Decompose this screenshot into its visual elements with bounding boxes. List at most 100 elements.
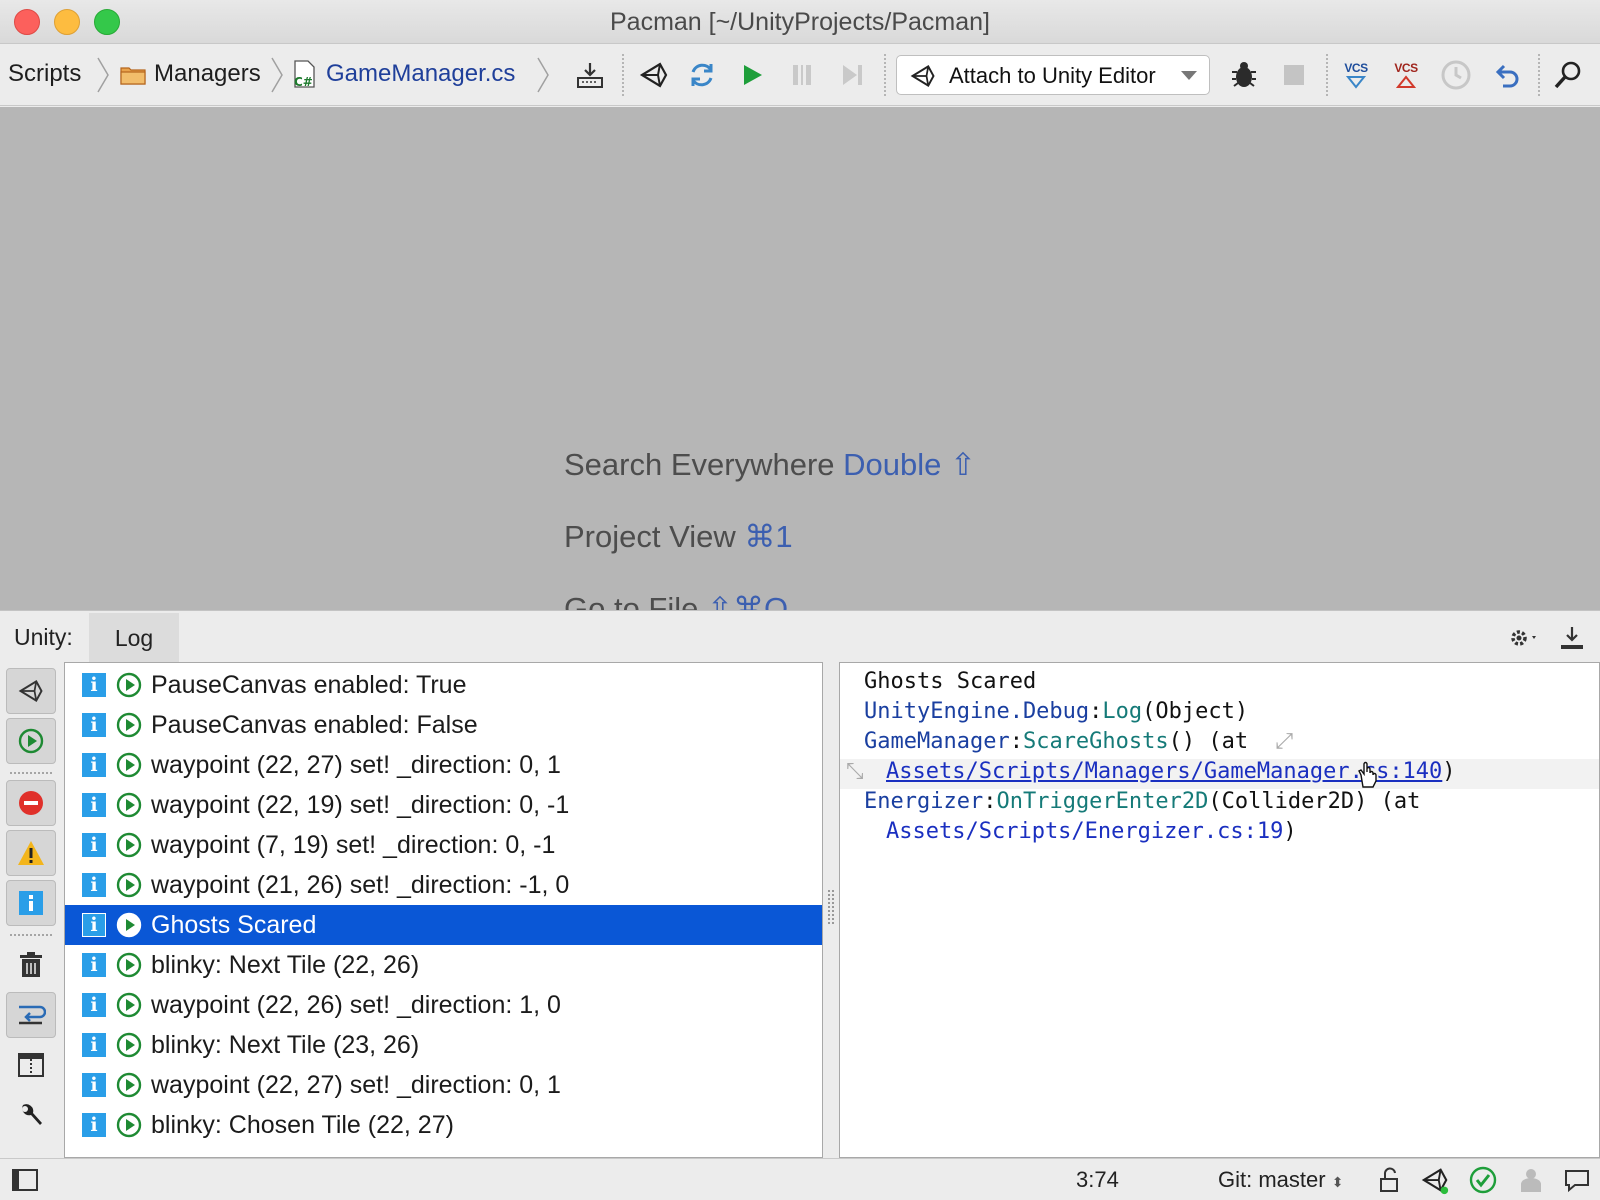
revert-icon[interactable] [1488, 57, 1524, 93]
play-circle-icon [18, 728, 44, 754]
log-entry[interactable]: i waypoint (22, 19) set! _direction: 0, -… [65, 785, 822, 825]
info-icon: i [82, 1073, 106, 1097]
breadcrumb-managers[interactable]: Managers [120, 56, 261, 92]
vcs-update-icon[interactable]: VCS [1338, 57, 1374, 93]
stack-frame: GameManager:ScareGhosts() (at ⤢ [864, 729, 1293, 754]
log-entry[interactable]: i blinky: Next Tile (23, 26) [65, 1025, 822, 1065]
play-mode-filter-button[interactable] [6, 718, 56, 764]
play-mode-icon [115, 951, 143, 979]
log-entry[interactable]: i waypoint (22, 26) set! _direction: 1, 0 [65, 985, 822, 1025]
info-icon: i [82, 1113, 106, 1137]
folder-icon [120, 64, 146, 85]
side-divider [10, 934, 52, 936]
title-bar: Pacman [~/UnityProjects/Pacman] [0, 0, 1600, 44]
caret-position[interactable]: 3:74 [1076, 1167, 1119, 1193]
breadcrumb-separator-icon [270, 56, 284, 94]
warnings-filter-button[interactable] [6, 830, 56, 876]
log-entry-text: waypoint (22, 26) set! _direction: 1, 0 [151, 991, 561, 1019]
splitter-grip-icon [828, 890, 834, 924]
source-link-energizer[interactable]: Assets/Scripts/Energizer.cs:19 [886, 819, 1283, 844]
info-icon: i [82, 753, 106, 777]
log-entry[interactable]: i PauseCanvas enabled: False [65, 705, 822, 745]
wrap-icon [19, 1005, 46, 1025]
log-entry[interactable]: i waypoint (22, 27) set! _direction: 0, 1 [65, 745, 822, 785]
play-mode-icon [115, 671, 143, 699]
log-entry[interactable]: i waypoint (22, 27) set! _direction: 0, 1 [65, 1065, 822, 1105]
play-mode-icon [115, 711, 143, 739]
breadcrumb-label: GameManager.cs [326, 60, 516, 87]
log-entry[interactable]: i blinky: Next Tile (22, 26) [65, 945, 822, 985]
debug-icon[interactable] [1226, 57, 1262, 93]
run-configuration-select[interactable]: Attach to Unity Editor [896, 55, 1210, 95]
refresh-icon[interactable] [684, 57, 720, 93]
unity-icon[interactable] [636, 57, 672, 93]
play-mode-icon [115, 751, 143, 779]
panel-splitter[interactable] [823, 662, 839, 1158]
log-entry[interactable]: i PauseCanvas enabled: True [65, 665, 822, 705]
gear-icon[interactable] [1508, 623, 1540, 653]
inspection-ok-icon[interactable] [1468, 1165, 1498, 1195]
toolbar-separator [1538, 54, 1540, 96]
clear-log-button[interactable] [6, 942, 56, 988]
breadcrumb-label: Scripts [8, 60, 82, 87]
stack-frame: UnityEngine.Debug:Log(Object) [864, 699, 1249, 724]
toolbar-separator [622, 54, 624, 96]
search-icon[interactable] [1550, 57, 1586, 93]
pause-icon [784, 57, 820, 93]
info-icon [19, 891, 43, 915]
stack-frame-link-row: Assets/Scripts/Energizer.cs:19) [886, 819, 1297, 844]
tab-log[interactable]: Log [89, 613, 179, 663]
hide-panel-icon[interactable] [1556, 623, 1588, 653]
unity-icon [18, 680, 43, 702]
play-mode-icon [115, 1071, 143, 1099]
step-icon [834, 57, 870, 93]
lock-open-icon[interactable] [1374, 1165, 1404, 1195]
layout-toggle-button[interactable] [6, 1042, 56, 1088]
info-icon: i [82, 673, 106, 697]
info-icon: i [82, 793, 106, 817]
tool-windows-toggle-icon[interactable] [10, 1165, 40, 1195]
hector-icon[interactable] [1516, 1165, 1546, 1195]
chevron-down-icon [1181, 71, 1197, 80]
breadcrumb-gamemanager-file[interactable]: C# GameManager.cs [292, 56, 515, 92]
play-mode-icon [115, 911, 143, 939]
log-entry[interactable]: i Ghosts Scared [65, 905, 822, 945]
log-entry[interactable]: i waypoint (21, 26) set! _direction: -1, … [65, 865, 822, 905]
log-entry-text: waypoint (22, 27) set! _direction: 0, 1 [151, 1071, 561, 1099]
toolbar-separator [884, 54, 886, 96]
log-entry-text: PauseCanvas enabled: True [151, 671, 467, 699]
unity-tool-window-header: Unity: Log [0, 610, 1600, 664]
play-mode-icon [115, 991, 143, 1019]
messages-filter-button[interactable] [6, 880, 56, 926]
ide-window: Pacman [~/UnityProjects/Pacman] Scripts … [0, 0, 1600, 1200]
breadcrumb-scripts[interactable]: Scripts [8, 56, 81, 92]
soft-wrap-button[interactable] [6, 992, 56, 1038]
vcs-commit-icon[interactable]: VCS [1388, 57, 1424, 93]
wrap-continue-icon: ⤡ [846, 759, 864, 784]
unity-editor-filter-button[interactable] [6, 668, 56, 714]
svg-text:C#: C# [294, 75, 313, 89]
run-icon[interactable] [734, 57, 770, 93]
info-icon: i [82, 913, 106, 937]
info-icon: i [82, 833, 106, 857]
info-icon: i [82, 713, 106, 737]
log-entry[interactable]: i blinky: Chosen Tile (22, 27) [65, 1105, 822, 1145]
log-detail-pane: Ghosts Scared UnityEngine.Debug:Log(Obje… [839, 662, 1600, 1158]
log-entry-text: waypoint (21, 26) set! _direction: -1, 0 [151, 871, 570, 899]
log-entry[interactable]: i waypoint (7, 19) set! _direction: 0, -1 [65, 825, 822, 865]
event-log-icon[interactable] [1562, 1165, 1592, 1195]
log-list[interactable]: i PauseCanvas enabled: True i PauseCanvas e… [64, 662, 823, 1158]
settings-wrench-button[interactable] [6, 1092, 56, 1138]
window-title: Pacman [~/UnityProjects/Pacman] [609, 8, 991, 36]
navigation-toolbar: Scripts Managers C# GameManager.cs Attac… [0, 44, 1600, 106]
build-icon[interactable] [572, 57, 608, 93]
wrap-arrow-icon: ⤢ [1275, 729, 1293, 754]
unity-connected-icon[interactable] [1420, 1165, 1450, 1195]
errors-filter-button[interactable] [6, 780, 56, 826]
breadcrumb-separator-icon [96, 56, 110, 94]
log-entry-text: blinky: Chosen Tile (22, 27) [151, 1111, 454, 1139]
split-view-icon [18, 1053, 44, 1077]
git-branch-widget[interactable]: Git: master ⬍ [1218, 1167, 1343, 1193]
csharp-file-icon: C# [292, 59, 318, 89]
play-mode-icon [115, 831, 143, 859]
